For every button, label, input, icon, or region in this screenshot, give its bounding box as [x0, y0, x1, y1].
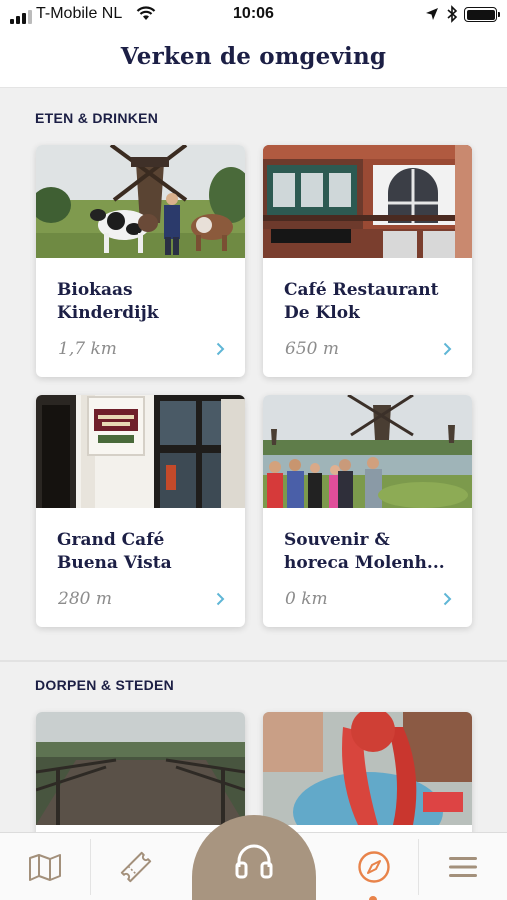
ticket-icon: [120, 851, 152, 883]
red-haired-woman-photo: [263, 712, 472, 825]
place-card-souvenir-horeca[interactable]: Souvenir & horeca Molenh... 0 km: [263, 395, 472, 627]
place-card-grand-cafe-buena-vista[interactable]: Grand Café Buena Vista 280 m: [36, 395, 245, 627]
section-title-dorpen-steden: DORPEN & STEDEN: [35, 677, 175, 693]
place-card-distance: 280 m: [58, 589, 112, 609]
place-card-cafe-restaurant-de-klok[interactable]: Café Restaurant De Klok 650 m: [263, 145, 472, 377]
place-card-title: Grand Café Buena Vista: [57, 530, 172, 573]
tab-menu[interactable]: [419, 833, 507, 900]
tab-tickets[interactable]: [91, 833, 181, 900]
battery-icon: [464, 7, 500, 22]
brick-cafe-facade-photo: [263, 145, 472, 258]
cows-and-windmill-photo: [36, 145, 245, 258]
active-tab-indicator: [369, 896, 377, 900]
menu-icon: [449, 857, 477, 877]
chevron-right-icon: [443, 592, 452, 606]
tourists-at-windmills-photo: [263, 395, 472, 508]
compass-icon: [358, 851, 390, 883]
header: Verken de omgeving: [0, 32, 507, 88]
status-bar: T-Mobile NL 10:06: [0, 0, 507, 32]
chevron-right-icon: [443, 342, 452, 356]
place-card-title: Biokaas Kinderdijk: [57, 280, 159, 323]
place-card-distance: 0 km: [285, 589, 328, 609]
place-card-distance: 1,7 km: [58, 339, 117, 359]
buena-vista-sign-photo: [36, 395, 245, 508]
map-icon: [29, 854, 61, 881]
audio-guide-button[interactable]: [192, 815, 316, 900]
location-arrow-icon: [426, 8, 438, 20]
chevron-right-icon: [216, 592, 225, 606]
chevron-right-icon: [216, 342, 225, 356]
tab-map[interactable]: [0, 833, 90, 900]
headphones-icon: [235, 844, 273, 878]
place-card-title: Souvenir & horeca Molenh...: [284, 530, 445, 573]
place-card-distance: 650 m: [285, 339, 339, 359]
section-title-eten-drinken: ETEN & DRINKEN: [35, 110, 159, 126]
wooden-bridge-photo: [36, 712, 245, 825]
tab-explore[interactable]: [330, 833, 418, 900]
bluetooth-icon: [447, 5, 458, 23]
section-divider: [0, 660, 507, 662]
place-card-biokaas-kinderdijk[interactable]: Biokaas Kinderdijk 1,7 km: [36, 145, 245, 377]
page-title: Verken de omgeving: [120, 43, 387, 70]
place-card-title: Café Restaurant De Klok: [284, 280, 439, 323]
